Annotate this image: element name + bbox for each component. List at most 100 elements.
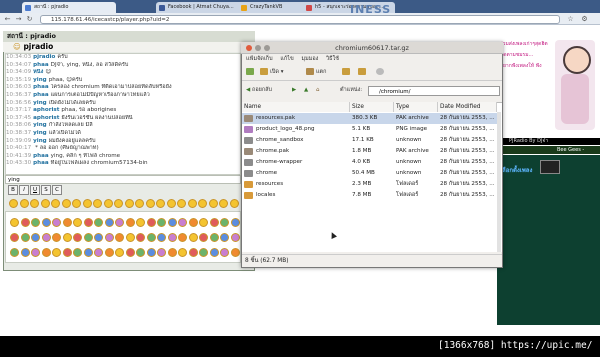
- bold-button[interactable]: B: [8, 185, 18, 195]
- menu-edit[interactable]: แก้ไข: [280, 56, 293, 62]
- emoticon-icon[interactable]: [73, 233, 82, 242]
- location-input[interactable]: /chromium/: [368, 86, 500, 96]
- reload-icon[interactable]: ↻: [25, 15, 34, 24]
- emoticon-icon[interactable]: [40, 199, 50, 208]
- underline-button[interactable]: U: [30, 185, 40, 195]
- emoticon-icon[interactable]: [209, 218, 219, 227]
- emoticon-icon[interactable]: [115, 233, 124, 242]
- emoticon-icon[interactable]: [52, 233, 61, 242]
- emoticon-icon[interactable]: [72, 199, 81, 208]
- emoticon-icon[interactable]: [220, 248, 229, 257]
- emoticon-icon[interactable]: [146, 218, 156, 227]
- emoticon-icon[interactable]: [198, 199, 207, 208]
- back-button[interactable]: ◀ ถอยกลับ: [246, 85, 272, 96]
- emoticon-icon[interactable]: [82, 199, 92, 208]
- emoticon-icon[interactable]: [178, 218, 187, 227]
- forward-arrow-icon[interactable]: →: [14, 15, 23, 24]
- emoticon-icon[interactable]: [157, 233, 166, 242]
- emoticon-icon[interactable]: [157, 248, 166, 257]
- message-author[interactable]: aphorist: [33, 115, 59, 121]
- emoticon-icon[interactable]: [230, 233, 240, 242]
- star-icon[interactable]: ☆: [566, 15, 575, 24]
- emoticon-icon[interactable]: [41, 233, 51, 242]
- emoticon-icon[interactable]: [125, 218, 135, 227]
- message-author[interactable]: ying: [33, 77, 47, 83]
- emoticon-icon[interactable]: [94, 248, 103, 257]
- emoticon-icon[interactable]: [187, 199, 197, 208]
- add-files-button[interactable]: [342, 67, 352, 78]
- emoticon-icon[interactable]: [146, 233, 156, 242]
- emoticon-icon[interactable]: [104, 218, 114, 227]
- add-folder-button[interactable]: [358, 67, 368, 78]
- file-row[interactable]: chrome-wrapper 4.0 KB unknown 28 กันยายน 25…: [242, 157, 499, 168]
- chat-input[interactable]: ying: [5, 175, 241, 184]
- emoticon-icon[interactable]: [188, 218, 198, 227]
- message-author[interactable]: phaa: [33, 84, 49, 90]
- message-author[interactable]: ying: [33, 138, 47, 144]
- emoticon-icon[interactable]: [114, 199, 123, 208]
- emoticon-icon[interactable]: [73, 248, 82, 257]
- emoticon-icon[interactable]: [10, 248, 19, 257]
- emoticon-icon[interactable]: [145, 199, 155, 208]
- tab-facebook[interactable]: Facebook | Atmat Chuya...: [156, 2, 246, 13]
- emoticon-icon[interactable]: [30, 199, 39, 208]
- message-author[interactable]: phaa: [33, 160, 49, 166]
- file-row[interactable]: chrome 50.4 MB unknown 28 กันยายน 2553, ...: [242, 168, 499, 179]
- emoticon-icon[interactable]: [115, 218, 124, 227]
- close-icon[interactable]: [246, 45, 252, 51]
- strike-button[interactable]: S: [41, 185, 51, 195]
- color-button[interactable]: C: [52, 185, 62, 195]
- file-row[interactable]: resources 2.3 MB โฟลเดอร์ 28 กันยายน 2553, …: [242, 179, 499, 190]
- emoticon-icon[interactable]: [51, 199, 60, 208]
- file-row[interactable]: resources.pak 380.3 KB PAK archive 28 กันยา…: [242, 113, 499, 124]
- maximize-icon[interactable]: [264, 45, 270, 51]
- emoticon-icon[interactable]: [124, 199, 134, 208]
- emoticon-icon[interactable]: [10, 233, 19, 242]
- emoticon-icon[interactable]: [188, 248, 198, 257]
- emoticon-icon[interactable]: [230, 248, 240, 257]
- emoticon-icon[interactable]: [167, 233, 177, 242]
- message-author[interactable]: ying: [33, 100, 47, 106]
- file-row[interactable]: locales 7.8 MB โฟลเดอร์ 28 กันยายน 2553, ..…: [242, 190, 499, 201]
- emoticon-icon[interactable]: [52, 248, 61, 257]
- emoticon-icon[interactable]: [83, 233, 93, 242]
- wrench-icon[interactable]: ⚙: [580, 15, 589, 24]
- column-type[interactable]: Type: [394, 102, 438, 112]
- emoticon-icon[interactable]: [167, 248, 177, 257]
- minimize-icon[interactable]: [255, 45, 261, 51]
- forward-arrow-icon[interactable]: ▶: [292, 85, 296, 96]
- home-icon[interactable]: ⌂: [316, 85, 320, 96]
- vertical-scrollbar[interactable]: [497, 112, 501, 252]
- emoticon-icon[interactable]: [166, 199, 176, 208]
- emoticon-icon[interactable]: [104, 233, 114, 242]
- message-author[interactable]: aphorist: [33, 107, 59, 113]
- emoticon-icon[interactable]: [125, 248, 135, 257]
- column-name[interactable]: Name: [242, 102, 350, 112]
- back-arrow-icon[interactable]: ←: [3, 15, 12, 24]
- emoticon-icon[interactable]: [19, 199, 29, 208]
- message-author[interactable]: phaa: [33, 92, 49, 98]
- menu-file[interactable]: แฟ้มจัดเก็บ: [246, 56, 273, 62]
- emoticon-icon[interactable]: [208, 199, 218, 208]
- message-author[interactable]: ying: [33, 130, 47, 136]
- url-input[interactable]: 115.178.61.46/icecastcp/player.php?uid=2: [40, 15, 560, 24]
- emoticon-icon[interactable]: [167, 218, 177, 227]
- open-button[interactable]: เปิด ▾: [260, 67, 283, 78]
- emoticon-icon[interactable]: [83, 218, 93, 227]
- message-author[interactable]: pjradio: [33, 54, 55, 60]
- song-request-link[interactable]: เลือกตั้งเพลง: [500, 165, 540, 175]
- emoticon-icon[interactable]: [220, 233, 229, 242]
- emoticon-icon[interactable]: [41, 248, 51, 257]
- emoticon-icon[interactable]: [104, 248, 114, 257]
- emoticon-icon[interactable]: [157, 218, 166, 227]
- file-row[interactable]: chrome_sandbox 17.1 KB unknown 28 กันยายน 2…: [242, 135, 499, 146]
- emoticon-icon[interactable]: [115, 248, 124, 257]
- emoticon-icon[interactable]: [31, 248, 40, 257]
- emoticon-icon[interactable]: [73, 218, 82, 227]
- column-date[interactable]: Date Modified: [438, 102, 497, 112]
- emoticon-icon[interactable]: [93, 199, 102, 208]
- italic-button[interactable]: I: [19, 185, 29, 195]
- emoticon-icon[interactable]: [62, 218, 72, 227]
- emoticon-icon[interactable]: [178, 248, 187, 257]
- emoticon-icon[interactable]: [136, 233, 145, 242]
